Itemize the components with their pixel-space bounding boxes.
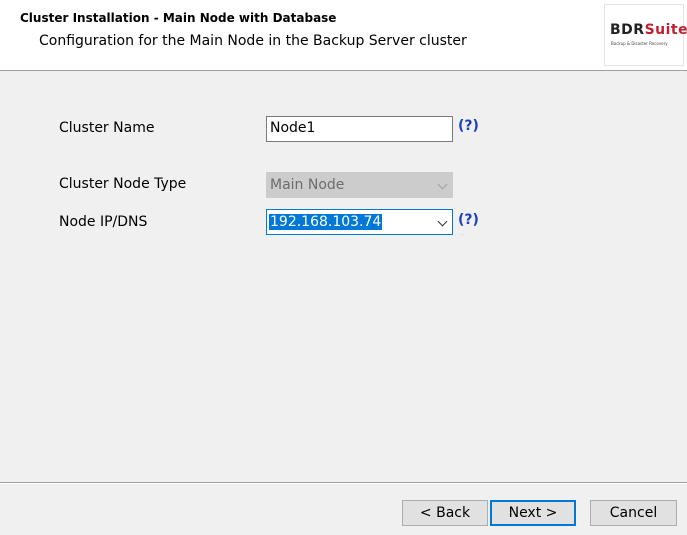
node-ip-value[interactable]: 192.168.103.74 xyxy=(269,214,383,230)
node-ip-label: Node IP/DNS xyxy=(59,214,148,230)
logo-suite: Suite xyxy=(644,22,687,38)
chevron-down-icon[interactable] xyxy=(437,216,448,227)
page-title: Cluster Installation - Main Node with Da… xyxy=(20,11,337,25)
node-ip-select[interactable]: 192.168.103.74 xyxy=(266,209,453,235)
cluster-node-type-value: Main Node xyxy=(270,177,345,193)
node-ip-help-icon[interactable]: (?) xyxy=(458,212,479,228)
logo-tagline: Backup & Disaster Recovery xyxy=(611,41,668,46)
page-subtitle: Configuration for the Main Node in the B… xyxy=(39,33,467,49)
cluster-node-type-label: Cluster Node Type xyxy=(59,176,187,192)
chevron-down-icon xyxy=(437,179,448,190)
cluster-node-type-select: Main Node xyxy=(266,172,453,198)
back-button[interactable]: < Back xyxy=(402,500,488,526)
wizard-header: Cluster Installation - Main Node with Da… xyxy=(0,0,687,71)
footer-divider xyxy=(0,482,687,484)
cluster-name-input[interactable]: Node1 xyxy=(266,116,453,142)
cluster-name-label: Cluster Name xyxy=(59,120,155,136)
logo-bdr: BDR xyxy=(610,22,645,38)
cancel-button[interactable]: Cancel xyxy=(590,500,677,526)
logo-wordmark: BDRSuite xyxy=(610,22,687,38)
bdrsuite-logo: BDRSuite Backup & Disaster Recovery xyxy=(604,4,687,66)
next-button[interactable]: Next > xyxy=(490,500,576,526)
cluster-name-help-icon[interactable]: (?) xyxy=(458,118,479,134)
